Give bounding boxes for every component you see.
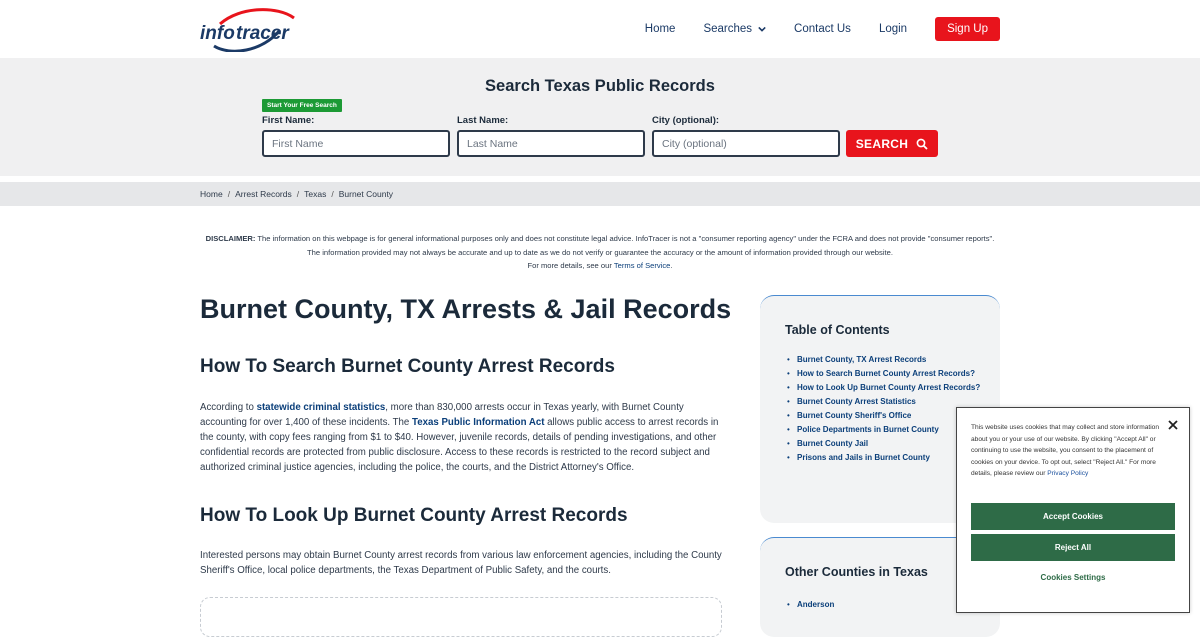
nav-home-label: Home [644,23,676,35]
disclaimer-lead: DISCLAIMER: [205,234,256,243]
city-input[interactable] [652,130,840,157]
other-counties-title: Other Counties in Texas [785,565,928,579]
reject-all-button[interactable]: Reject All [971,534,1175,561]
terms-of-service-link[interactable]: Terms of Service [614,261,671,270]
toc-link-how-to-look-up[interactable]: How to Look Up Burnet County Arrest Reco… [797,383,980,392]
toc-link-police-departments[interactable]: Police Departments in Burnet County [797,425,939,434]
breadcrumb-bar: Home / Arrest Records / Texas / Burnet C… [0,182,1200,206]
nav-contact[interactable]: Contact Us [794,17,851,41]
free-search-badge: Start Your Free Search [262,99,342,112]
search-icon [916,138,928,150]
list-item: Police Departments in Burnet County [785,423,985,437]
disclaimer: DISCLAIMER: The information on this webp… [200,232,1000,273]
section-heading-lookup: How To Look Up Burnet County Arrest Reco… [200,505,628,526]
nav-login-label: Login [878,23,908,35]
toc-link-county-jail[interactable]: Burnet County Jail [797,439,868,448]
disclaimer-end: . [670,261,673,270]
county-link-anderson[interactable]: Anderson [797,600,834,609]
breadcrumb-arrest-records[interactable]: Arrest Records [235,189,292,199]
breadcrumb-separator: / [296,189,300,199]
list-item: Prisons and Jails in Burnet County [785,451,985,465]
statewide-statistics-link[interactable]: statewide criminal statistics [257,402,386,413]
page-title: Burnet County, TX Arrests & Jail Records [200,294,732,324]
paragraph-lookup: Interested persons may obtain Burnet Cou… [200,550,722,576]
breadcrumb-texas[interactable]: Texas [304,189,326,199]
svg-text:tracer: tracer [236,23,290,44]
first-name-label: First Name: [262,115,315,126]
first-name-input[interactable] [262,130,450,157]
toc-link-statistics[interactable]: Burnet County Arrest Statistics [797,397,916,406]
public-information-act-link[interactable]: Texas Public Information Act [412,417,544,428]
list-item: Burnet County Sheriff's Office [785,409,985,423]
nav-contact-label: Contact Us [794,23,851,35]
toc-link-arrest-records[interactable]: Burnet County, TX Arrest Records [797,355,926,364]
infotracer-logo[interactable]: info tracer [200,8,304,52]
list-item: Burnet County Arrest Statistics [785,395,985,409]
toc-list: Burnet County, TX Arrest Records How to … [785,353,985,465]
list-item: Burnet County, TX Arrest Records [785,353,985,367]
list-item: How to Look Up Burnet County Arrest Reco… [785,381,985,395]
city-label: City (optional): [652,115,720,126]
chevron-down-icon [758,26,766,32]
disclaimer-text: The information on this webpage is for g… [257,234,995,257]
breadcrumb-current: Burnet County [338,189,394,199]
main-nav: Home Searches Contact Us Login Sign Up [617,17,1000,41]
site-header: info tracer Home Searches Contact Us Log… [0,0,1200,58]
cookie-banner: This website uses cookies that may colle… [956,407,1190,613]
search-title: Search Texas Public Records [485,77,715,95]
accept-cookies-button[interactable]: Accept Cookies [971,503,1175,530]
toc-link-prisons-and-jails[interactable]: Prisons and Jails in Burnet County [797,453,930,462]
nav-searches-label: Searches [703,23,753,35]
nav-searches[interactable]: Searches [703,17,766,41]
search-button-label: SEARCH [855,136,909,151]
privacy-policy-link[interactable]: Privacy Policy [1047,470,1088,477]
section-heading-search: How To Search Burnet County Arrest Recor… [200,356,615,377]
cookies-settings-button[interactable]: Cookies Settings [971,573,1175,582]
p1-text-a: According to [200,402,254,413]
svg-text:info: info [200,23,235,44]
toc-title: Table of Contents [785,323,890,337]
breadcrumb-separator: / [227,189,231,199]
last-name-label: Last Name: [457,115,509,126]
signup-button[interactable]: Sign Up [935,17,1000,41]
list-item: Burnet County Jail [785,437,985,451]
nav-login[interactable]: Login [879,17,907,41]
last-name-input[interactable] [457,130,645,157]
breadcrumb: Home / Arrest Records / Texas / Burnet C… [200,189,393,199]
paragraph-search: According to statewide criminal statisti… [200,400,722,475]
nav-home[interactable]: Home [645,17,676,41]
list-item: How to Search Burnet County Arrest Recor… [785,367,985,381]
cookie-text: This website uses cookies that may colle… [971,422,1177,480]
search-band: Search Texas Public Records Start Your F… [0,58,1200,176]
breadcrumb-home[interactable]: Home [200,189,223,199]
toc-link-sheriffs-office[interactable]: Burnet County Sheriff's Office [797,411,911,420]
disclaimer-more: For more details, see our [527,261,612,270]
list-item: Anderson [785,600,834,609]
counties-list: Anderson [785,600,834,609]
content-box [200,597,722,637]
toc-link-how-to-search[interactable]: How to Search Burnet County Arrest Recor… [797,369,975,378]
search-button[interactable]: SEARCH [846,130,938,157]
breadcrumb-separator: / [331,189,334,199]
